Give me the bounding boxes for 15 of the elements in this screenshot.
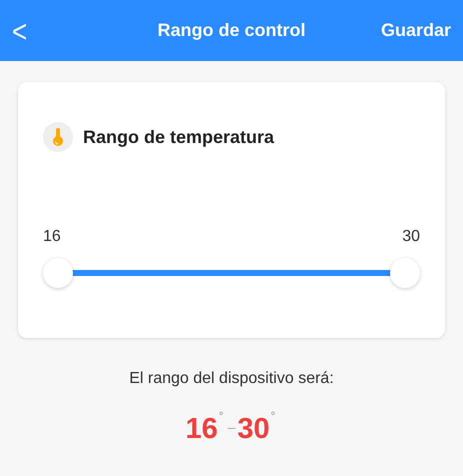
max-value: 30 bbox=[237, 413, 270, 446]
slider-thumb[interactable] bbox=[43, 258, 73, 288]
min-value: 16 bbox=[186, 413, 218, 446]
section-title: Rango de temperatura bbox=[83, 126, 274, 148]
range-separator: – bbox=[228, 419, 236, 435]
degree-unit: ° bbox=[270, 409, 276, 423]
slider-thumb[interactable] bbox=[390, 258, 420, 288]
range-description: El rango del dispositivo será: bbox=[129, 370, 334, 388]
degree-unit: ° bbox=[218, 409, 224, 423]
thermometer-icon bbox=[43, 122, 73, 152]
min-label: 16 bbox=[43, 228, 61, 246]
save-button[interactable]: Guardar bbox=[380, 20, 451, 41]
page-title: Rango de control bbox=[158, 20, 306, 40]
back-button[interactable]: < bbox=[12, 14, 28, 46]
max-label: 30 bbox=[402, 228, 420, 246]
